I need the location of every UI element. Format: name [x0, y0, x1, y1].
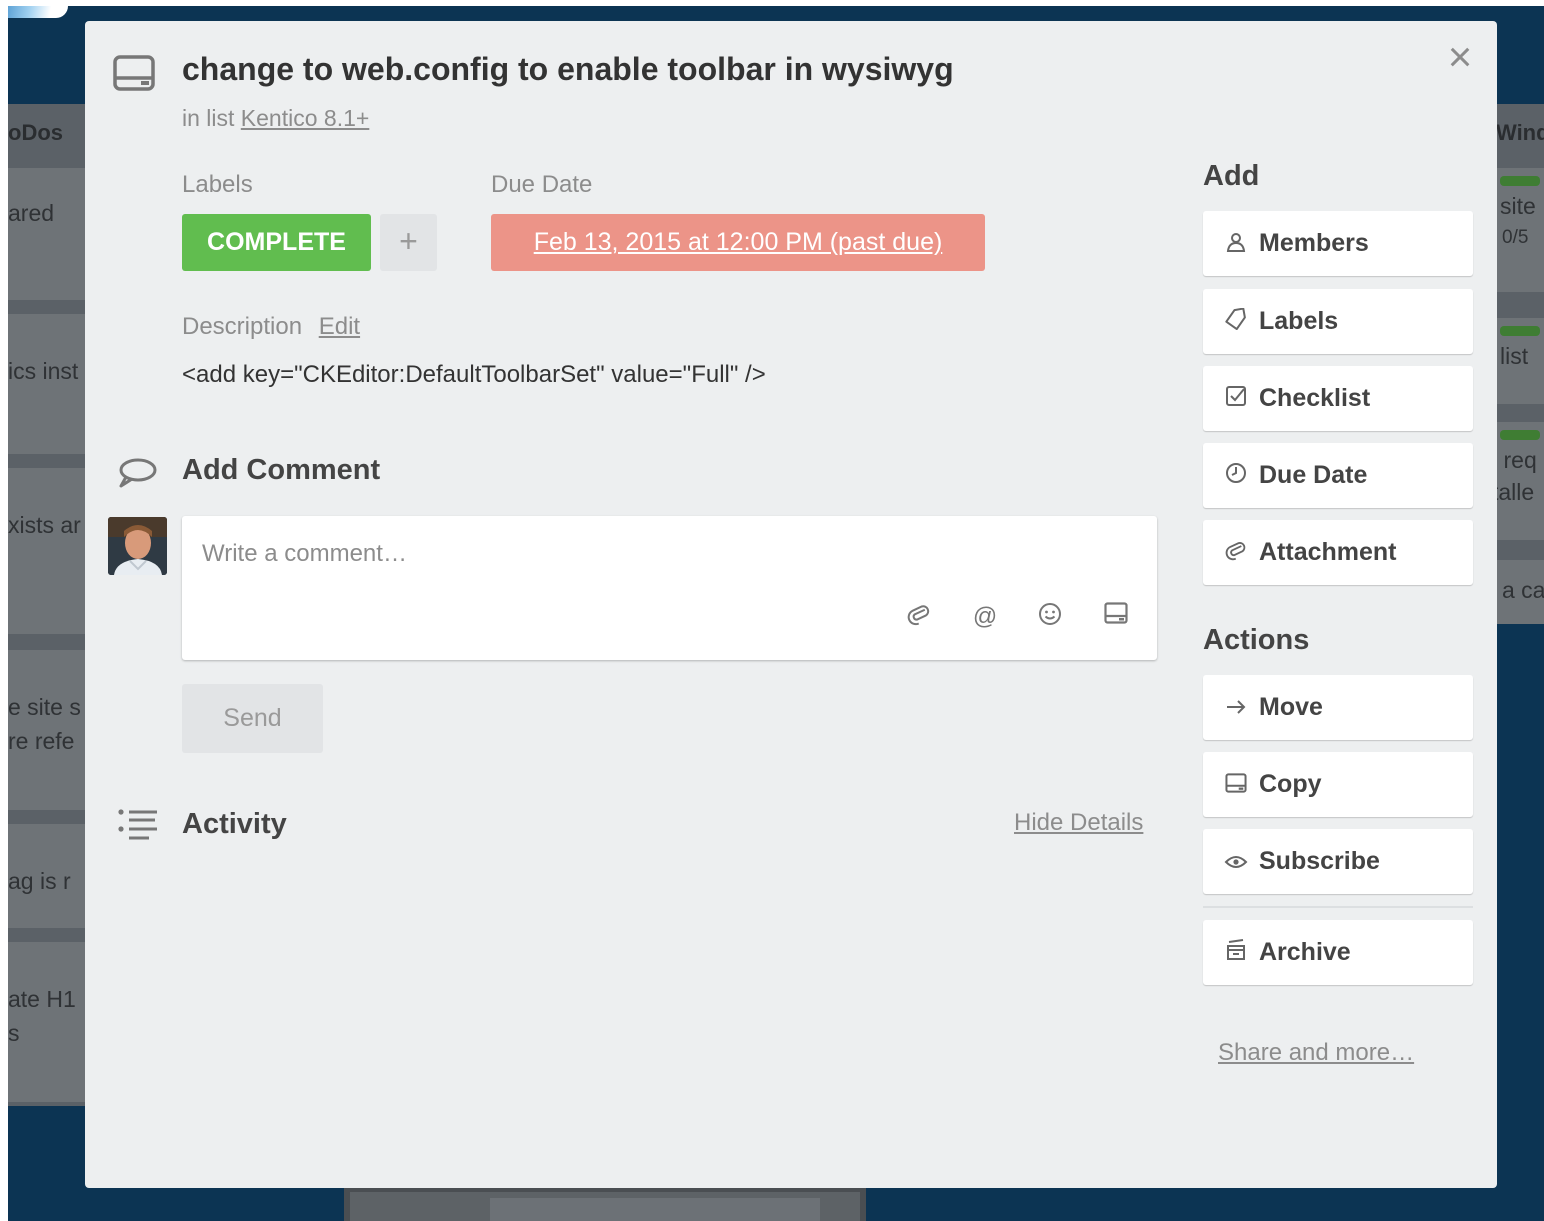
- background-preview-inner: [490, 1198, 820, 1221]
- card-list-info: in list Kentico 8.1+: [182, 105, 369, 132]
- background-card-text: l req: [1492, 447, 1537, 473]
- archive-icon: [1223, 921, 1249, 986]
- emoji-icon[interactable]: [1035, 602, 1065, 632]
- list-link[interactable]: Kentico 8.1+: [241, 105, 370, 131]
- copy-button[interactable]: Copy: [1203, 752, 1473, 817]
- comment-input[interactable]: [202, 534, 1122, 574]
- background-list-right: Wind site 0/5 list l req talle a ca: [1490, 104, 1544, 624]
- add-heading: Add: [1203, 160, 1260, 192]
- arrow-right-icon: [1223, 676, 1249, 741]
- attachment-button[interactable]: Attachment: [1203, 520, 1473, 585]
- due-date-badge[interactable]: Feb 13, 2015 at 12:00 PM (past due): [491, 214, 985, 271]
- members-label: Members: [1259, 229, 1369, 257]
- send-button[interactable]: Send: [182, 684, 323, 753]
- labels-button[interactable]: Labels: [1203, 289, 1473, 354]
- hide-details-link[interactable]: Hide Details: [1014, 809, 1143, 837]
- clock-icon: [1223, 444, 1249, 509]
- background-label-bar: [1500, 430, 1540, 440]
- label-complete[interactable]: COMPLETE: [182, 214, 371, 271]
- share-and-more-link[interactable]: Share and more…: [1218, 1039, 1414, 1067]
- card-icon[interactable]: [1101, 602, 1131, 632]
- corner-decoration: [8, 6, 68, 18]
- attachment-label: Attachment: [1259, 538, 1397, 566]
- comment-box: @: [182, 516, 1157, 660]
- activity-list-icon: [117, 807, 159, 848]
- card-title[interactable]: change to web.config to enable toolbar i…: [182, 51, 954, 88]
- checklist-label: Checklist: [1259, 384, 1371, 412]
- description-header: Description Edit: [182, 313, 360, 341]
- close-icon[interactable]: ×: [1440, 36, 1480, 79]
- paperclip-icon[interactable]: [904, 602, 934, 632]
- background-card: l req talle: [1492, 422, 1544, 540]
- move-label: Move: [1259, 693, 1323, 721]
- labels-heading: Labels: [182, 171, 253, 198]
- speech-bubble-icon: [117, 457, 157, 494]
- actions-divider: [1203, 906, 1473, 908]
- background-card-text: list: [1500, 343, 1529, 369]
- checkbox-icon: [1223, 367, 1249, 432]
- background-label-bar: [1500, 326, 1540, 336]
- background-card: list: [1492, 318, 1544, 404]
- due-date-button[interactable]: Due Date: [1203, 443, 1473, 508]
- description-heading: Description: [182, 313, 303, 340]
- archive-label: Archive: [1259, 938, 1351, 966]
- background-card: site 0/5: [1492, 168, 1544, 292]
- background-label-bar: [1500, 176, 1540, 186]
- description-text[interactable]: <add key="CKEditor:DefaultToolbarSet" va…: [182, 361, 766, 389]
- labels-label: Labels: [1259, 307, 1339, 335]
- activity-heading: Activity: [182, 808, 287, 840]
- card-detail-modal: × change to web.config to enable toolbar…: [85, 21, 1497, 1188]
- subscribe-button[interactable]: Subscribe: [1203, 829, 1473, 894]
- card-icon: [113, 55, 155, 96]
- paperclip-icon: [1223, 521, 1249, 586]
- card-icon: [1223, 753, 1249, 818]
- actions-heading: Actions: [1203, 624, 1310, 656]
- due-date-label: Due Date: [1259, 461, 1368, 489]
- tag-icon: [1223, 290, 1249, 355]
- background-list-title: Wind: [1496, 120, 1544, 145]
- avatar[interactable]: [108, 517, 167, 575]
- add-label-button[interactable]: +: [380, 214, 437, 271]
- copy-label: Copy: [1259, 770, 1322, 798]
- description-edit-link[interactable]: Edit: [319, 313, 360, 340]
- background-card-text: site: [1500, 193, 1536, 219]
- due-date-heading: Due Date: [491, 171, 593, 198]
- background-list-title: oDos: [8, 120, 63, 145]
- subscribe-label: Subscribe: [1259, 847, 1380, 875]
- person-icon: [1223, 212, 1249, 277]
- archive-button[interactable]: Archive: [1203, 920, 1473, 985]
- eye-icon: [1223, 830, 1249, 895]
- mention-icon[interactable]: @: [970, 602, 1000, 632]
- move-button[interactable]: Move: [1203, 675, 1473, 740]
- members-button[interactable]: Members: [1203, 211, 1473, 276]
- background-attachment-preview: [344, 1186, 866, 1221]
- background-card-text: 0/5: [1502, 227, 1529, 248]
- in-list-prefix: in list: [182, 105, 235, 131]
- add-comment-heading: Add Comment: [182, 454, 381, 486]
- background-add-card: a ca: [1492, 560, 1544, 624]
- background-card-text: a ca: [1502, 577, 1544, 603]
- background-card-text: talle: [1492, 479, 1535, 505]
- checklist-button[interactable]: Checklist: [1203, 366, 1473, 431]
